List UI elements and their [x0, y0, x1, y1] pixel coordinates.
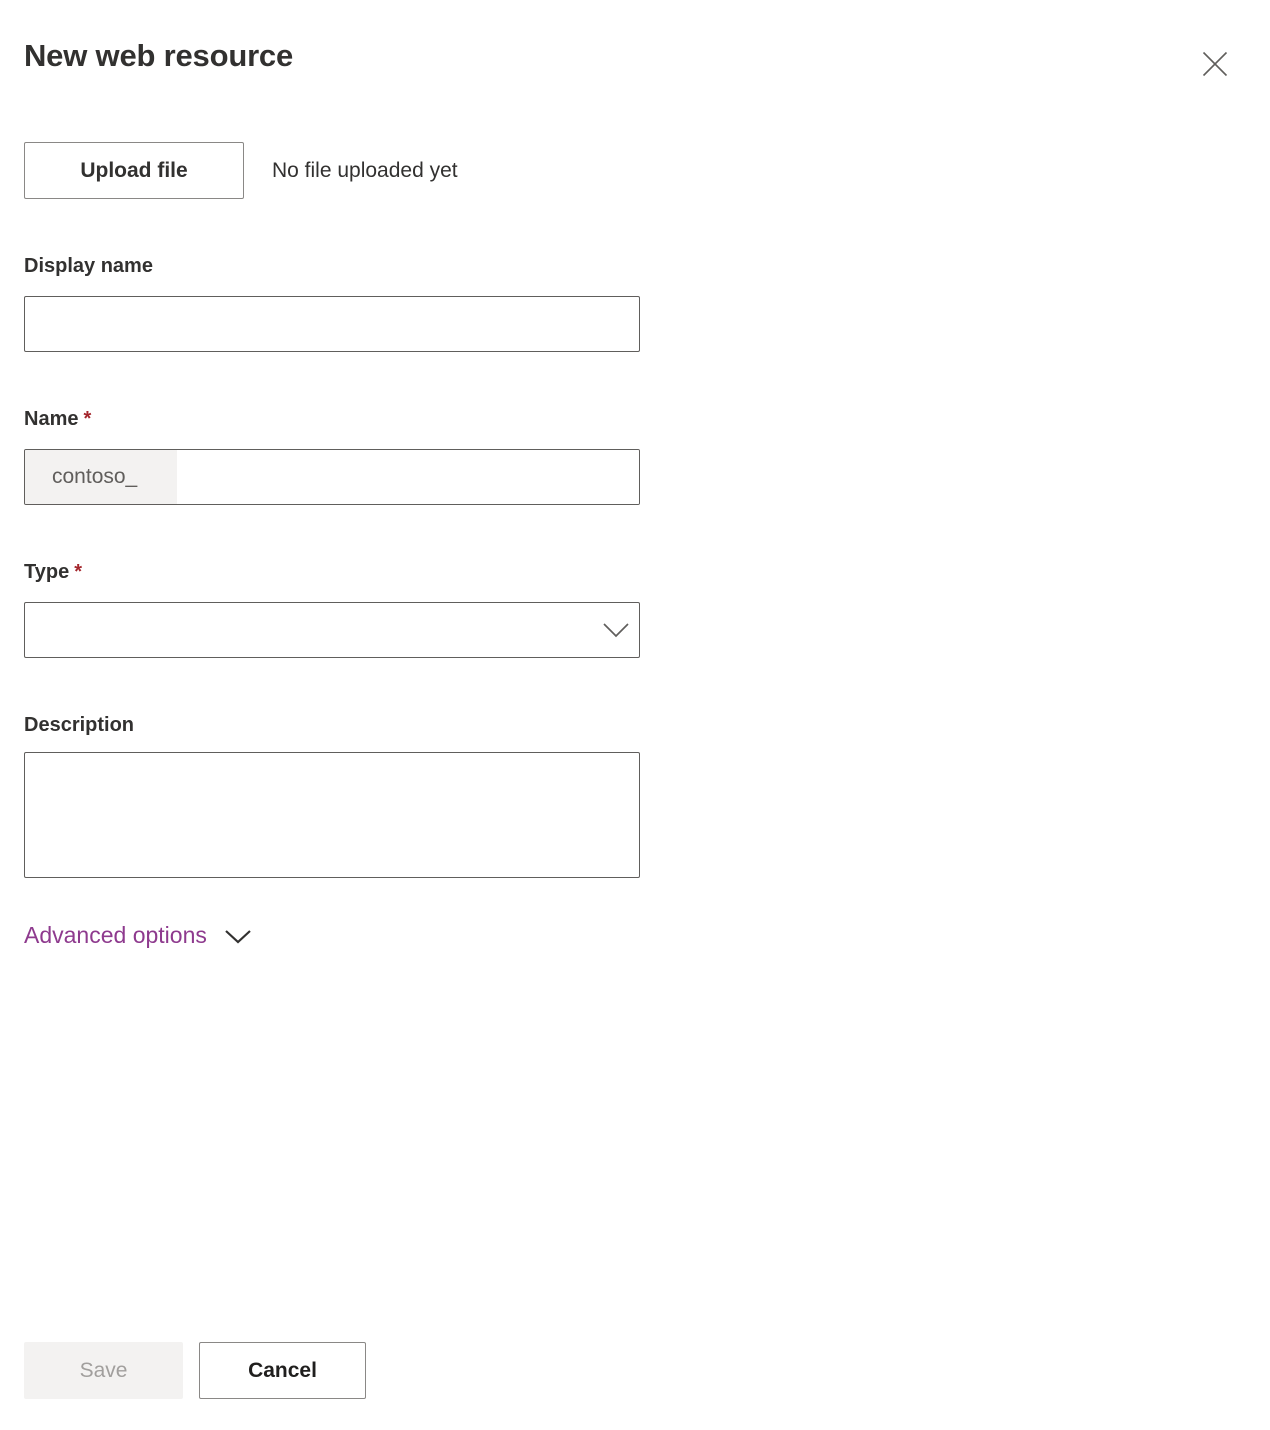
name-label: Name * [24, 409, 91, 429]
description-label: Description [24, 715, 134, 735]
display-name-label: Display name [24, 256, 153, 276]
chevron-down-icon [593, 621, 639, 639]
advanced-options-label: Advanced options [24, 922, 207, 948]
panel-header: New web resource [0, 0, 1270, 110]
upload-status-text: No file uploaded yet [272, 158, 458, 182]
name-field: contoso_ [24, 449, 640, 505]
display-name-label-text: Display name [24, 255, 153, 277]
name-label-text: Name [24, 408, 79, 430]
upload-file-button[interactable]: Upload file [24, 142, 244, 199]
cancel-button[interactable]: Cancel [199, 1342, 366, 1399]
type-label-text: Type [24, 561, 70, 583]
advanced-options-toggle[interactable]: Advanced options [24, 922, 253, 949]
close-icon [1202, 51, 1228, 77]
type-label: Type * [24, 562, 82, 582]
name-required-asterisk: * [83, 408, 92, 430]
type-dropdown[interactable] [24, 602, 640, 658]
save-button[interactable]: Save [24, 1342, 183, 1399]
description-label-text: Description [24, 714, 135, 736]
name-prefix: contoso_ [25, 450, 177, 504]
new-web-resource-panel: New web resource Upload file No file upl… [0, 0, 1270, 1430]
chevron-down-icon [223, 927, 253, 945]
display-name-input[interactable] [24, 296, 640, 352]
upload-file-row: Upload file No file uploaded yet [24, 142, 458, 199]
name-input[interactable] [177, 450, 639, 504]
page-title: New web resource [24, 38, 294, 73]
panel-footer: Save Cancel [24, 1342, 366, 1399]
type-required-asterisk: * [74, 561, 82, 583]
description-textarea[interactable] [24, 752, 640, 878]
close-button[interactable] [1186, 36, 1244, 92]
